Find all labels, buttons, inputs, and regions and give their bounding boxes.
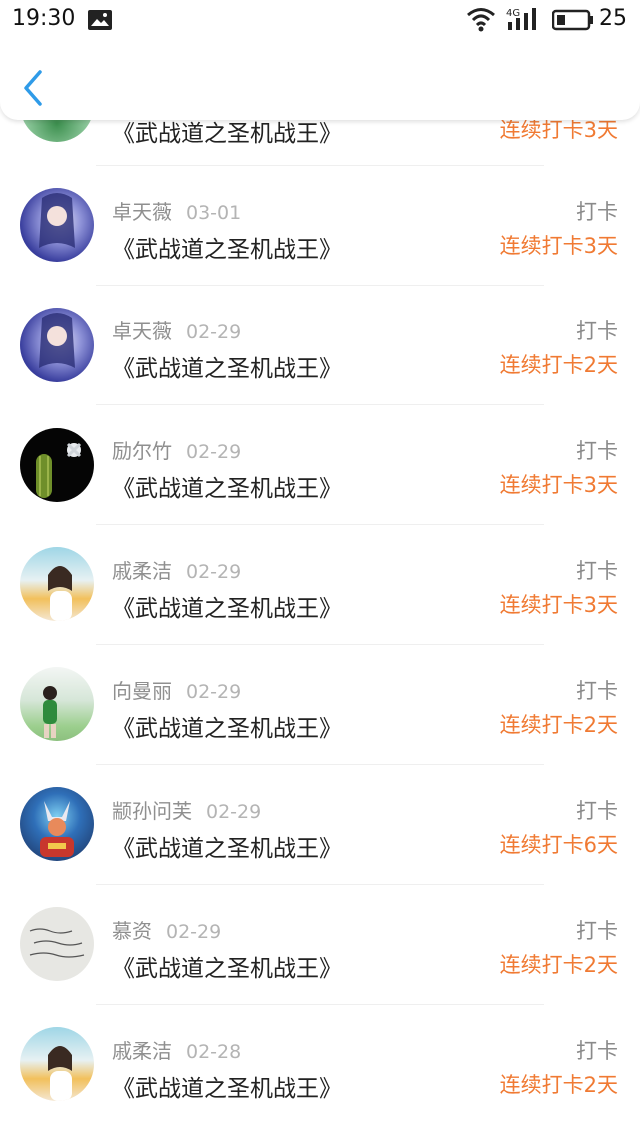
streak-label: 连续打卡2天 [499,953,618,977]
book-title: 《武战道之圣机战王》 [112,237,342,263]
checkin-label: 打卡 [576,679,618,703]
list-item[interactable]: 卓天薇 02-29 《武战道之圣机战王》 打卡 连续打卡2天 [0,285,640,405]
checkin-label: 打卡 [576,799,618,823]
user-name-text: 慕资 [112,919,152,943]
list-item[interactable]: 向曼丽 02-29 《武战道之圣机战王》 打卡 连续打卡2天 [0,645,640,765]
checkin-date: 03-01 [186,202,242,224]
streak-label: 连续打卡3天 [499,473,618,497]
status-time: 19:30 [12,6,76,31]
user-name-text: 戚柔洁 [112,1039,172,1063]
book-title: 《武战道之圣机战王》 [112,1076,342,1102]
checkin-label: 打卡 [576,919,618,943]
list-item[interactable]: 慕资 02-29 《武战道之圣机战王》 打卡 连续打卡2天 [0,885,640,1005]
checkin-date: 02-29 [166,921,222,943]
signal-4g-icon: 4G [506,8,536,30]
battery-icon [552,9,593,31]
checkin-label: 打卡 [576,559,618,583]
user-name: 向曼丽 02-29 [112,675,241,704]
user-name: 励尔竹 02-29 [112,435,241,464]
avatar-person-outdoor-icon [20,667,94,741]
list-item[interactable]: 颛孙问芙 02-29 《武战道之圣机战王》 打卡 连续打卡6天 [0,765,640,885]
avatar-girl-photo-icon [20,547,94,621]
user-name: 卓天薇 02-29 [112,315,241,344]
top-navigation-bar [0,40,640,120]
checkin-date: 02-29 [186,441,242,463]
checkin-date: 02-28 [186,1041,242,1063]
streak-label: 连续打卡6天 [499,833,618,857]
avatar-girl-photo-icon [20,1027,94,1101]
list-item[interactable]: 戚柔洁 02-28 《武战道之圣机战王》 打卡 连续打卡2天 [0,1005,640,1125]
user-name-text: 励尔竹 [112,439,172,463]
checkin-label: 打卡 [576,200,618,224]
checkin-label: 打卡 [576,1039,618,1063]
streak-label: 连续打卡2天 [499,1073,618,1097]
user-name: 戚柔洁 02-28 [112,1035,241,1064]
user-name: 颛孙问芙 02-29 [112,795,261,824]
user-name: 慕资 02-29 [112,915,221,944]
user-name: 戚柔洁 02-29 [112,555,241,584]
image-notification-icon [88,10,112,30]
book-title: 《武战道之圣机战王》 [112,356,342,382]
checkin-date: 02-29 [186,681,242,703]
network-label: 4G [506,8,520,19]
checkin-label: 打卡 [576,439,618,463]
avatar-handwriting-icon [20,907,94,981]
streak-label: 连续打卡2天 [499,353,618,377]
streak-label: 连续打卡3天 [499,593,618,617]
battery-percent: 25 [599,6,627,31]
book-title: 《武战道之圣机战王》 [112,476,342,502]
streak-label: 连续打卡2天 [499,713,618,737]
book-title: 《武战道之圣机战王》 [112,956,342,982]
checkin-label: 打卡 [576,319,618,343]
avatar-game-character-icon [20,787,94,861]
checkin-date: 02-29 [186,561,242,583]
user-name: 卓天薇 03-01 [112,196,241,225]
checkin-date: 02-29 [186,321,242,343]
wifi-icon [467,8,495,32]
list-item[interactable]: 励尔竹 02-29 《武战道之圣机战王》 打卡 连续打卡3天 [0,405,640,525]
book-title: 《武战道之圣机战王》 [112,836,342,862]
book-title: 《武战道之圣机战王》 [112,716,342,742]
streak-label: 连续打卡3天 [499,234,618,258]
checkin-date: 02-29 [206,801,262,823]
user-name-text: 向曼丽 [112,679,172,703]
user-name-text: 颛孙问芙 [112,799,192,823]
back-arrow-icon[interactable] [20,68,50,108]
avatar-cactus-icon [20,428,94,502]
user-name-text: 卓天薇 [112,200,172,224]
avatar-anime-girl-icon [20,308,94,382]
list-item[interactable]: 戚柔洁 02-29 《武战道之圣机战王》 打卡 连续打卡3天 [0,525,640,645]
book-title: 《武战道之圣机战王》 [112,596,342,622]
user-name-text: 戚柔洁 [112,559,172,583]
list-item[interactable]: 卓天薇 03-01 《武战道之圣机战王》 打卡 连续打卡3天 [0,166,640,286]
user-name-text: 卓天薇 [112,319,172,343]
status-bar: 19:30 4G 25 [0,0,640,40]
avatar-anime-girl-icon [20,188,94,262]
